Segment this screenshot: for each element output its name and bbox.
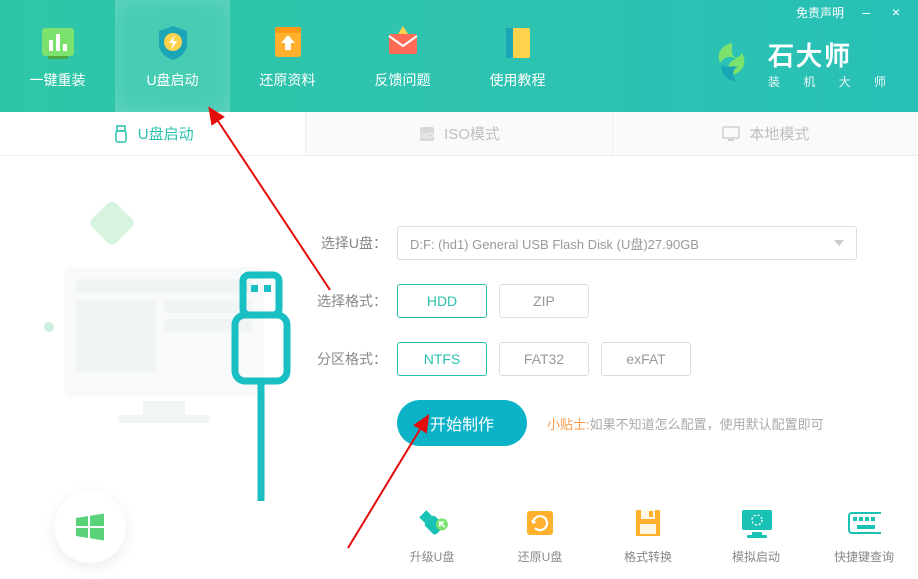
tool-format-convert[interactable]: 格式转换 <box>614 506 682 565</box>
nav-label: U盘启动 <box>146 70 198 90</box>
tool-label: 格式转换 <box>624 548 672 565</box>
subtab-iso[interactable]: ISO ISO模式 <box>306 112 612 155</box>
shield-flash-icon <box>153 22 193 62</box>
format-label: 选择格式： <box>312 291 387 311</box>
nav-tutorial[interactable]: 使用教程 <box>460 0 575 112</box>
chevron-down-icon <box>834 240 844 246</box>
usb-select[interactable]: D:F: (hd1) General USB Flash Disk (U盘)27… <box>397 226 857 260</box>
nav-label: 使用教程 <box>490 70 546 90</box>
tool-label: 升级U盘 <box>410 548 455 565</box>
tool-hotkey-query[interactable]: 快捷键查询 <box>830 506 898 565</box>
close-button[interactable]: × <box>888 4 904 20</box>
usb-plug-icon <box>225 271 297 501</box>
simulate-icon <box>739 506 773 540</box>
tip-line: 小贴士: 如果不知道怎么配置，使用默认配置即可 <box>547 414 824 433</box>
sub-tabs: U盘启动 ISO ISO模式 本地模式 <box>0 112 918 156</box>
window-controls: 免责声明 – × <box>796 0 918 24</box>
subtab-label: 本地模式 <box>749 123 809 144</box>
partition-label: 分区格式： <box>312 349 387 369</box>
bottom-toolbar: 升级U盘 还原U盘 格式转换 模拟启动 快捷键查询 <box>398 506 898 565</box>
keyboard-icon <box>847 506 881 540</box>
tool-upgrade-usb[interactable]: 升级U盘 <box>398 506 466 565</box>
format-option-hdd[interactable]: HDD <box>397 284 487 318</box>
windows-badge <box>54 491 126 563</box>
tool-simulate-boot[interactable]: 模拟启动 <box>722 506 790 565</box>
disclaimer-link[interactable]: 免责声明 <box>796 4 844 21</box>
main-nav: 一键重装 U盘启动 还原资料 反馈问题 <box>0 0 575 112</box>
brand: 石大师 装 机 大 师 <box>708 36 896 90</box>
nav-reinstall[interactable]: 一键重装 <box>0 0 115 112</box>
brand-logo-icon <box>708 39 756 87</box>
upload-box-icon <box>268 22 308 62</box>
usb-select-value: D:F: (hd1) General USB Flash Disk (U盘)27… <box>410 234 699 253</box>
subtab-label: U盘启动 <box>138 123 194 144</box>
usb-restore-icon <box>523 506 557 540</box>
nav-label: 还原资料 <box>260 70 316 90</box>
start-button[interactable]: 开始制作 <box>397 400 527 446</box>
illustration <box>0 156 312 579</box>
app-header: 免责声明 – × 一键重装 U盘启动 <box>0 0 918 112</box>
monitor-icon <box>721 125 741 143</box>
bar-chart-icon <box>38 22 78 62</box>
tip-text: 如果不知道怎么配置，使用默认配置即可 <box>590 414 824 433</box>
tool-label: 快捷键查询 <box>834 548 894 565</box>
nav-label: 反馈问题 <box>375 70 431 90</box>
book-icon <box>498 22 538 62</box>
subtab-label: ISO模式 <box>444 123 500 144</box>
subtab-local[interactable]: 本地模式 <box>613 112 918 155</box>
deco-dot <box>44 322 54 332</box>
nav-usb-boot[interactable]: U盘启动 <box>115 0 230 112</box>
iso-icon: ISO <box>418 125 436 143</box>
mail-icon <box>383 22 423 62</box>
brand-title: 石大师 <box>768 36 896 73</box>
windows-icon <box>72 509 108 545</box>
svg-text:ISO: ISO <box>421 133 434 140</box>
deco-diamond <box>88 199 136 247</box>
minimize-button[interactable]: – <box>858 4 874 20</box>
format-option-zip[interactable]: ZIP <box>499 284 589 318</box>
subtab-usb[interactable]: U盘启动 <box>0 112 306 155</box>
partition-option-fat32[interactable]: FAT32 <box>499 342 589 376</box>
nav-label: 一键重装 <box>30 70 86 90</box>
tool-label: 还原U盘 <box>518 548 563 565</box>
usb-select-label: 选择U盘： <box>312 233 387 253</box>
floppy-icon <box>631 506 665 540</box>
tool-label: 模拟启动 <box>732 548 780 565</box>
tool-restore-usb[interactable]: 还原U盘 <box>506 506 574 565</box>
partition-option-ntfs[interactable]: NTFS <box>397 342 487 376</box>
partition-option-exfat[interactable]: exFAT <box>601 342 691 376</box>
tip-label: 小贴士: <box>547 414 590 433</box>
usb-upgrade-icon <box>415 506 449 540</box>
usb-small-icon <box>112 125 130 143</box>
nav-feedback[interactable]: 反馈问题 <box>345 0 460 112</box>
nav-restore[interactable]: 还原资料 <box>230 0 345 112</box>
brand-subtitle: 装 机 大 师 <box>768 73 896 90</box>
